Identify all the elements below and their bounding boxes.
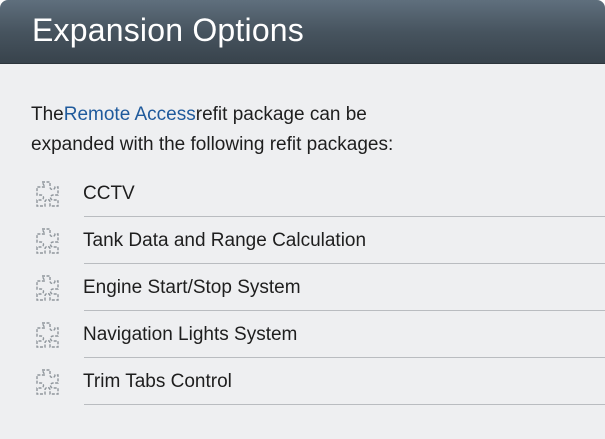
intro-prefix: The bbox=[31, 104, 64, 125]
expansion-item-tank-data[interactable]: Tank Data and Range Calculation bbox=[31, 217, 605, 264]
puzzle-icon bbox=[31, 316, 69, 354]
expansion-list: CCTV Tank Data and Range Calculation Eng… bbox=[31, 170, 605, 405]
intro-text: TheRemote Accessrefit package can be exp… bbox=[31, 100, 491, 160]
panel-content: TheRemote Accessrefit package can be exp… bbox=[0, 64, 605, 405]
expansion-item-label: Tank Data and Range Calculation bbox=[83, 229, 367, 251]
panel-title: Expansion Options bbox=[32, 12, 305, 48]
item-divider bbox=[84, 404, 605, 405]
intro-line2: expanded with the following refit packag… bbox=[31, 134, 394, 155]
intro-suffix: refit package can be bbox=[195, 104, 367, 125]
expansion-item-engine-start-stop[interactable]: Engine Start/Stop System bbox=[31, 264, 605, 311]
puzzle-icon bbox=[31, 269, 69, 307]
remote-access-link[interactable]: Remote Access bbox=[64, 104, 196, 125]
puzzle-icon bbox=[31, 175, 69, 213]
puzzle-icon bbox=[31, 363, 69, 401]
expansion-item-trim-tabs[interactable]: Trim Tabs Control bbox=[31, 358, 605, 405]
panel-header: Expansion Options bbox=[0, 0, 605, 64]
expansion-item-label: Trim Tabs Control bbox=[83, 370, 232, 392]
puzzle-icon bbox=[31, 222, 69, 260]
expansion-item-label: Engine Start/Stop System bbox=[83, 276, 301, 298]
expansion-item-cctv[interactable]: CCTV bbox=[31, 170, 605, 217]
expansion-item-label: Navigation Lights System bbox=[83, 323, 298, 345]
expansion-item-navigation-lights[interactable]: Navigation Lights System bbox=[31, 311, 605, 358]
expansion-options-panel: Expansion Options TheRemote Accessrefit … bbox=[0, 0, 605, 439]
expansion-item-label: CCTV bbox=[83, 182, 135, 204]
